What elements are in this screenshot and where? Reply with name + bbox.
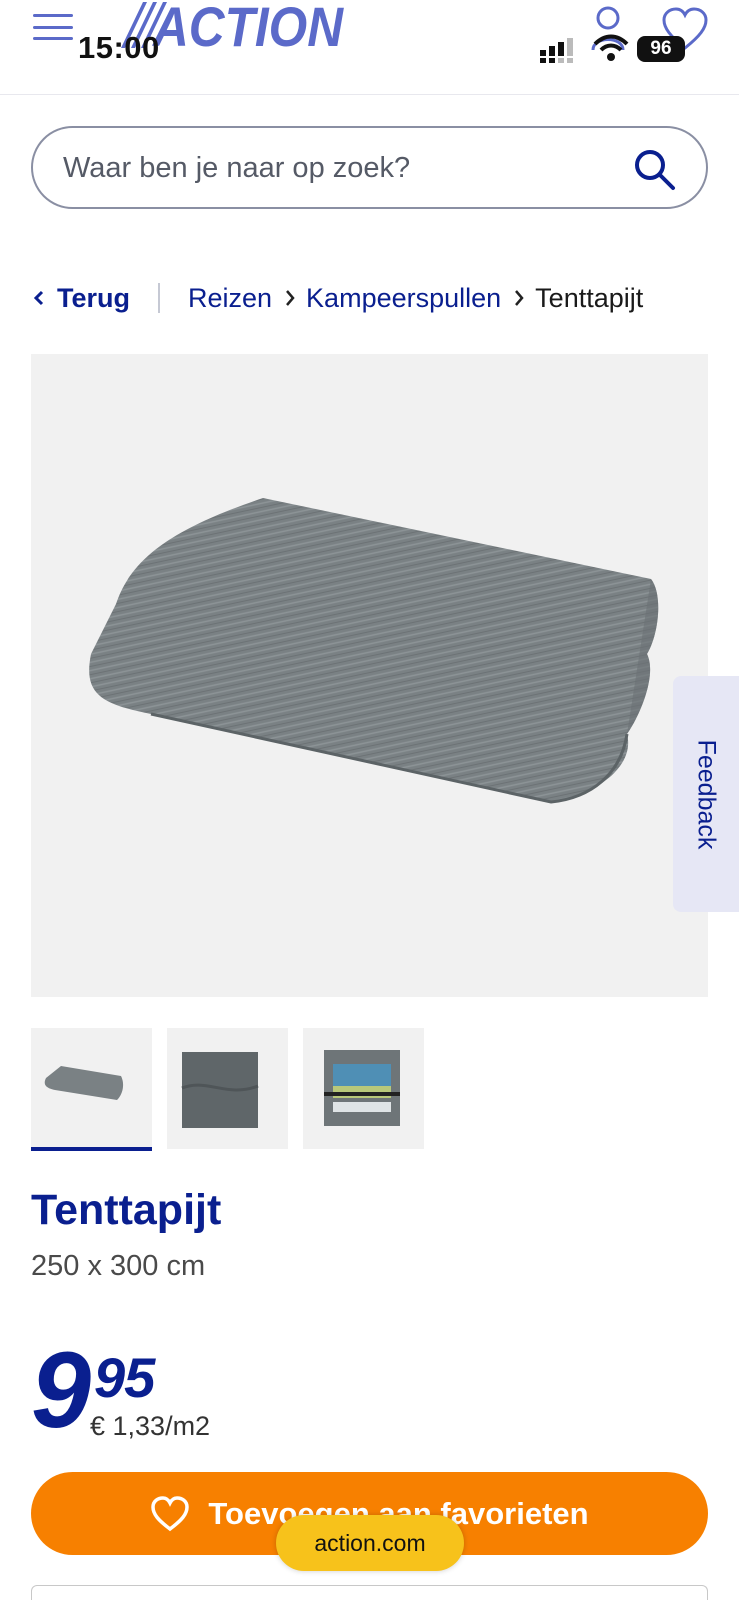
back-link[interactable]: Terug — [33, 283, 130, 314]
product-thumbnail-2[interactable] — [167, 1028, 288, 1149]
search-icon[interactable] — [632, 147, 676, 191]
product-dimensions: 250 x 300 cm — [31, 1250, 206, 1282]
chevron-left-icon — [33, 290, 44, 306]
breadcrumb-divider — [158, 283, 160, 313]
product-title: Tenttapijt — [31, 1186, 222, 1234]
product-thumbnail-3[interactable] — [303, 1028, 424, 1149]
battery-indicator: 96 — [637, 36, 685, 62]
chevron-right-icon — [513, 288, 525, 308]
status-bar-time: 15:00 — [78, 30, 160, 65]
wifi-icon — [593, 34, 629, 61]
search-input[interactable] — [63, 146, 623, 190]
signal-icon — [540, 38, 573, 63]
feedback-tab[interactable]: Feedback — [673, 676, 739, 912]
breadcrumb: Terug Reizen Kampeerspullen Tenttapijt — [33, 278, 643, 318]
status-bar-icons: 96 — [538, 34, 688, 64]
feedback-label: Feedback — [692, 739, 721, 849]
breadcrumb-item-reizen[interactable]: Reizen — [188, 283, 272, 314]
price-decimals: 95 — [94, 1346, 155, 1409]
search-bar[interactable] — [31, 126, 708, 209]
browser-url-pill[interactable]: action.com — [276, 1515, 464, 1571]
logo-text: ACTION — [151, 0, 344, 56]
back-label: Terug — [57, 282, 130, 313]
product-main-image[interactable] — [31, 354, 708, 997]
site-header: ACTION 15:00 96 — [0, 0, 739, 95]
heart-icon — [151, 1495, 190, 1531]
unit-price: € 1,33/m2 — [90, 1411, 211, 1441]
next-section-box — [31, 1585, 708, 1600]
product-thumbnail-1[interactable] — [31, 1028, 152, 1151]
breadcrumb-item-kampeerspullen[interactable]: Kampeerspullen — [306, 283, 501, 314]
price-integer: 9 — [31, 1329, 91, 1450]
chevron-right-icon — [284, 288, 296, 308]
hamburger-menu-icon[interactable] — [33, 12, 73, 42]
breadcrumb-current: Tenttapijt — [535, 282, 644, 313]
